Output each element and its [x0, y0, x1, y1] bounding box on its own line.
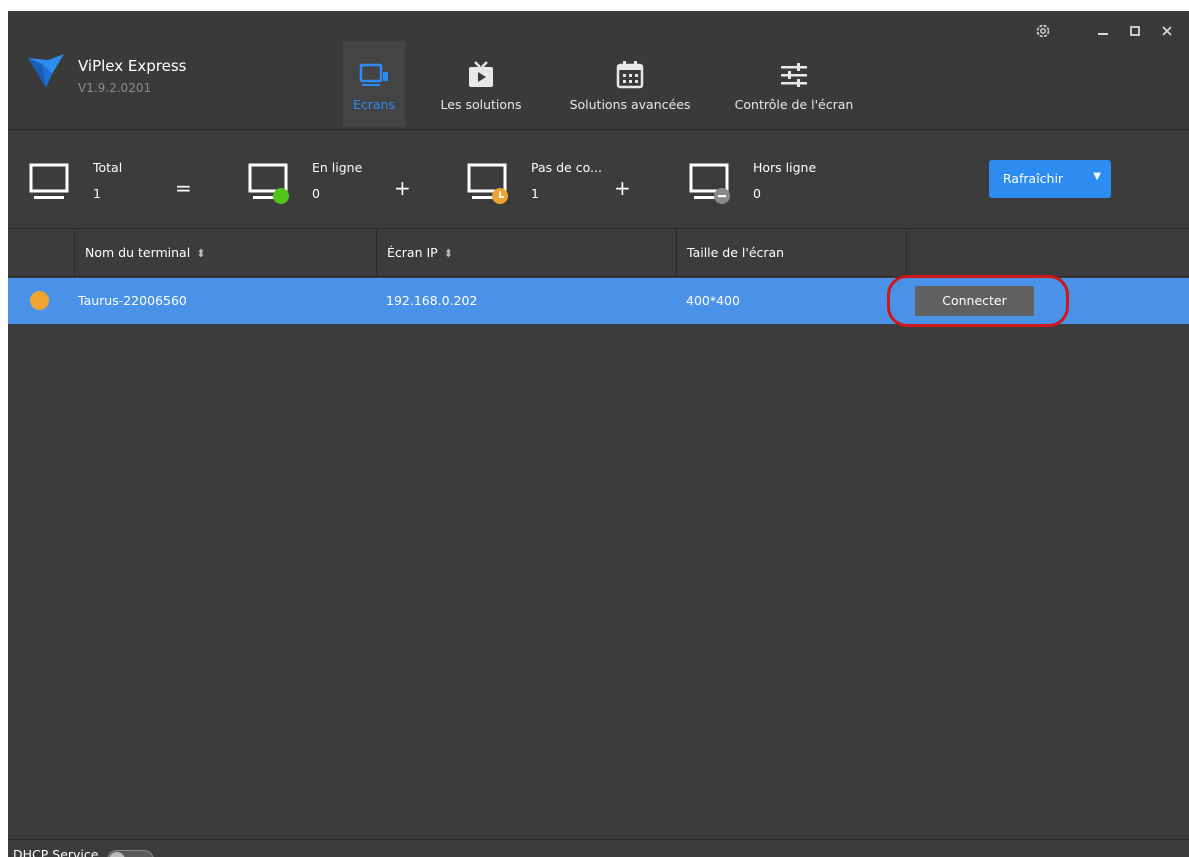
- highlight-annotation: [887, 275, 1069, 327]
- sort-icon[interactable]: ⬍: [196, 247, 205, 260]
- app-version: V1.9.2.0201: [78, 81, 152, 95]
- screen-icon: [359, 63, 388, 86]
- tab-solutions[interactable]: Les solutions: [436, 41, 526, 127]
- settings-button[interactable]: [1030, 19, 1056, 43]
- terminal-name: Taurus-22006560: [78, 293, 187, 308]
- offline-label: Hors ligne: [753, 160, 817, 175]
- tab-solutions-avancees[interactable]: Solutions avancées: [560, 41, 700, 127]
- pending-value: 1: [531, 186, 539, 201]
- monitor-online-icon: [248, 163, 289, 204]
- column-header-ip[interactable]: Écran IP ⬍: [376, 229, 676, 276]
- screen-size: 400*400: [686, 293, 740, 308]
- tab-controle-ecran[interactable]: Contrôle de l'écran: [724, 41, 864, 127]
- monitor-total-icon: [29, 163, 69, 199]
- tv-play-icon: [469, 61, 493, 87]
- table-header: Nom du terminal ⬍ Écran IP ⬍ Taille de l'é…: [8, 229, 1189, 277]
- minimize-icon: [1098, 33, 1108, 35]
- tab-label: Solutions avancées: [569, 97, 691, 112]
- total-label: Total: [93, 160, 123, 175]
- refresh-label: Rafraîchir: [1002, 171, 1064, 186]
- minimize-button[interactable]: [1090, 19, 1116, 43]
- close-button[interactable]: [1154, 19, 1180, 43]
- tab-label: Les solutions: [440, 97, 522, 112]
- maximize-icon: [1130, 26, 1140, 36]
- viplex-logo: [28, 54, 64, 88]
- app-window: ViPlex Express V1.9.2.0201 Ecrans Les so…: [8, 11, 1189, 857]
- plus-sign: +: [614, 176, 631, 200]
- maximize-button[interactable]: [1122, 19, 1148, 43]
- tab-label: Ecrans: [352, 97, 395, 112]
- sort-icon[interactable]: ⬍: [444, 247, 453, 260]
- plus-sign: +: [394, 176, 411, 200]
- calendar-icon: [616, 61, 644, 89]
- tab-label: Contrôle de l'écran: [734, 97, 854, 112]
- tab-ecrans[interactable]: Ecrans: [343, 41, 405, 127]
- toggle-knob: [109, 852, 125, 857]
- offline-value: 0: [753, 186, 761, 201]
- total-value: 1: [93, 186, 101, 201]
- online-value: 0: [312, 186, 320, 201]
- settings-icon: [1036, 24, 1050, 38]
- monitor-pending-icon: [467, 163, 508, 204]
- dhcp-toggle[interactable]: [107, 850, 154, 857]
- footer-bar: DHCP Service: [8, 839, 1189, 857]
- refresh-button[interactable]: Rafraîchir ▼: [989, 160, 1111, 198]
- close-icon: [1162, 26, 1172, 36]
- column-header-size: Taille de l'écran: [676, 229, 906, 276]
- app-name: ViPlex Express: [78, 57, 187, 75]
- column-header-name[interactable]: Nom du terminal ⬍: [74, 229, 376, 276]
- column-header-action: [906, 229, 1189, 276]
- online-label: En ligne: [312, 160, 363, 175]
- monitor-offline-icon: [689, 163, 730, 204]
- dhcp-label: DHCP Service: [13, 847, 99, 857]
- chevron-down-icon[interactable]: ▼: [1093, 171, 1101, 182]
- screen-ip: 192.168.0.202: [386, 293, 478, 308]
- sliders-icon: [781, 63, 807, 87]
- title-bar: ViPlex Express V1.9.2.0201 Ecrans Les so…: [8, 11, 1189, 130]
- status-dot: [30, 291, 49, 310]
- equals-sign: =: [175, 176, 192, 200]
- pending-label: Pas de co...: [531, 160, 602, 175]
